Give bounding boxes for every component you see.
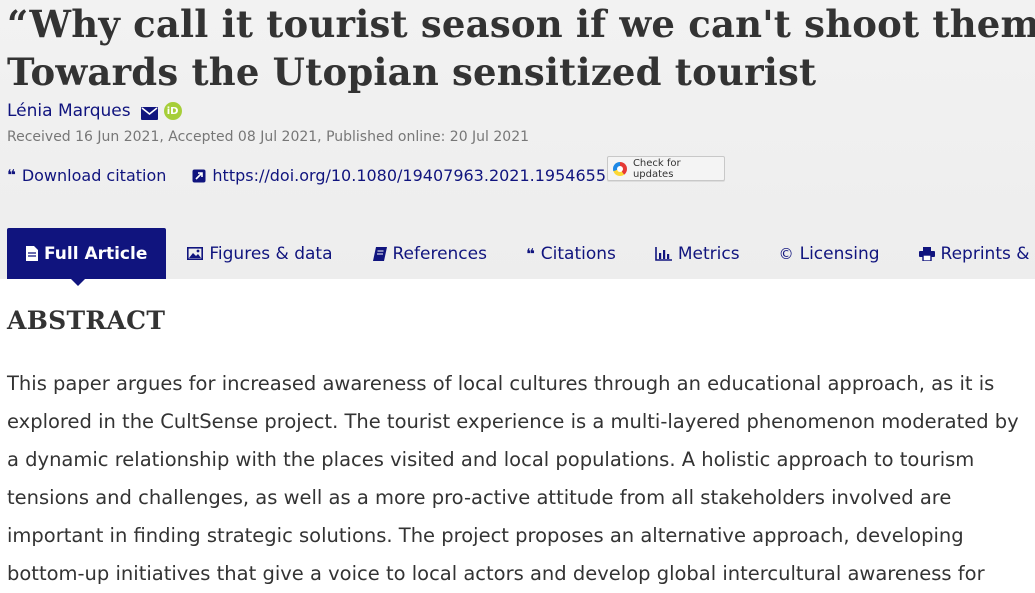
tab-label: Figures & data <box>209 243 333 264</box>
abstract-line: important in finding strategic solutions… <box>7 524 964 547</box>
crossmark-icon <box>613 161 627 176</box>
doi-link[interactable]: https://doi.org/10.1080/19407963.2021.19… <box>192 166 606 185</box>
tab-label: Licensing <box>799 243 880 264</box>
copyright-icon: © <box>778 244 794 263</box>
quote-icon: ❝ <box>525 244 535 263</box>
tab-licensing[interactable]: © Licensing <box>779 228 880 279</box>
email-icon[interactable] <box>140 105 158 120</box>
author-link[interactable]: Lénia Marques <box>7 101 131 121</box>
tab-label: Metrics <box>677 243 740 264</box>
check-for-updates-label: Check for updates <box>632 157 681 180</box>
publication-dates: Received 16 Jun 2021, Accepted 08 Jul 20… <box>7 129 530 145</box>
tab-label: Reprints & Permi <box>940 243 1035 264</box>
book-icon <box>372 246 387 261</box>
download-citation-link[interactable]: ❝ Download citation <box>7 166 166 185</box>
abstract-text: This paper argues for increased awarenes… <box>7 365 1035 593</box>
quote-icon: ❝ <box>7 166 16 184</box>
abstract-line: explored in the CultSense project. The t… <box>7 410 1019 433</box>
abstract-heading: ABSTRACT <box>7 306 166 335</box>
document-icon <box>26 246 38 261</box>
orcid-icon[interactable]: iD <box>163 102 182 120</box>
abstract-line: a dynamic relationship with the places v… <box>7 448 975 471</box>
citation-actions: ❝ Download citation https://doi.org/10.1… <box>7 164 606 186</box>
tab-figures-data[interactable]: Figures & data <box>187 228 333 279</box>
image-icon <box>187 247 204 260</box>
tab-full-article[interactable]: Full Article <box>7 228 167 286</box>
tab-label: References <box>392 243 487 264</box>
tab-label: Citations <box>540 243 616 264</box>
article-title-line-2: Towards the Utopian sensitized tourist <box>7 50 817 94</box>
external-link-icon <box>192 168 206 183</box>
doi-label: https://doi.org/10.1080/19407963.2021.19… <box>212 165 607 185</box>
tab-label: Full Article <box>44 243 148 264</box>
printer-icon <box>918 246 935 261</box>
abstract-line: This paper argues for increased awarenes… <box>7 372 995 395</box>
tab-metrics[interactable]: Metrics <box>655 228 740 279</box>
abstract-line: tensions and challenges, as well as a mo… <box>7 486 952 509</box>
tab-reprints-permissions[interactable]: Reprints & Permi <box>918 228 1035 279</box>
tab-citations[interactable]: ❝ Citations <box>526 228 616 279</box>
tab-references[interactable]: References <box>372 228 487 279</box>
download-citation-label: Download citation <box>21 165 167 185</box>
bar-chart-icon <box>655 246 672 261</box>
article-title-line-1: “Why call it tourist season if we can't … <box>7 2 1035 46</box>
abstract-line: bottom-up initiatives that give a voice … <box>7 562 985 585</box>
article-title: “Why call it tourist season if we can't … <box>7 0 1035 96</box>
author-row: Lénia Marques iD <box>7 100 182 122</box>
article-tabs: Full Article Figures & data References ❝… <box>7 228 1035 286</box>
check-for-updates-button[interactable]: Check for updates <box>607 156 725 181</box>
